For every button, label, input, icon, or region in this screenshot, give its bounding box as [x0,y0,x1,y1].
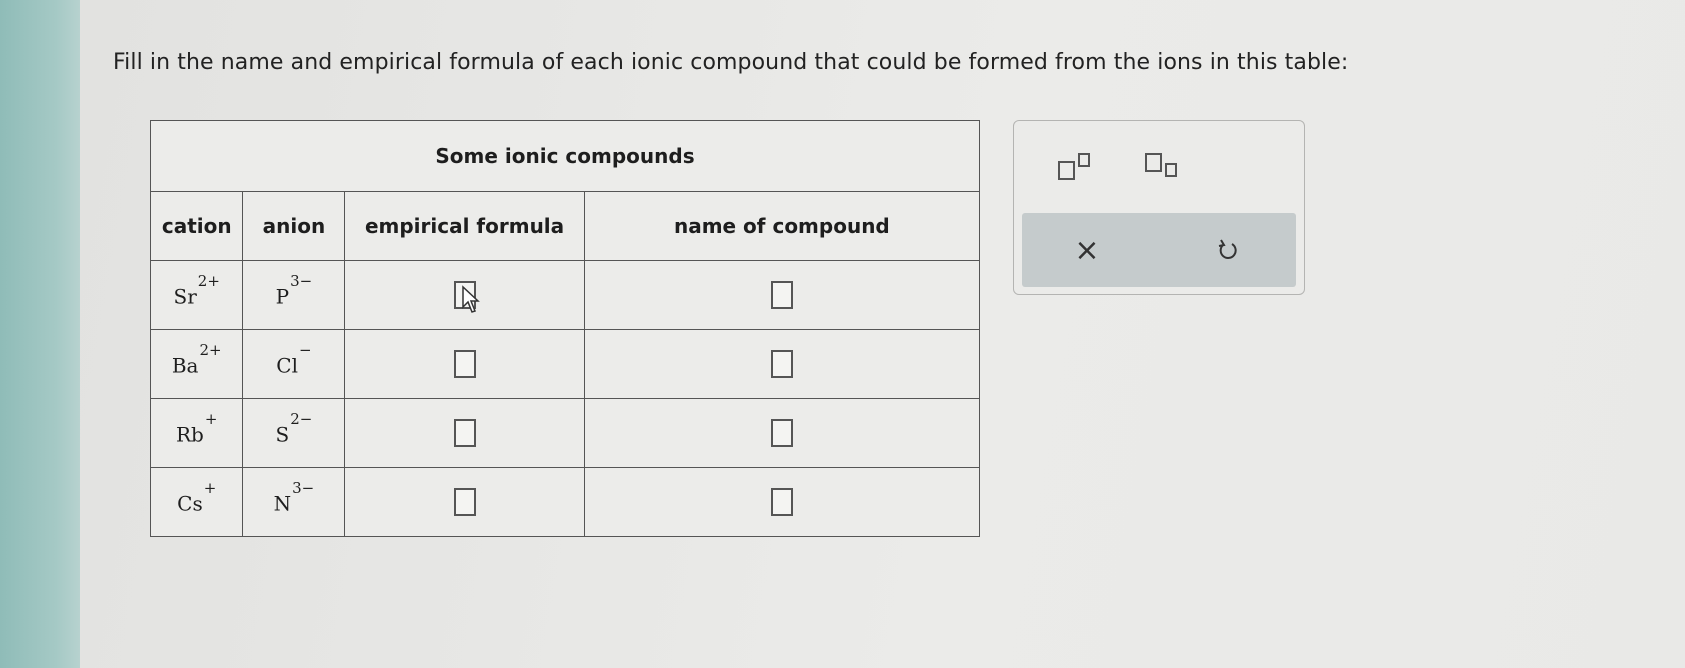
formula-cell [344,260,585,330]
cation-charge: 2+ [199,340,222,359]
anion-ion: N3− [273,479,315,516]
action-bar: × [1022,213,1296,287]
cation-symbol: Cs [177,491,203,516]
table-row: Rb+ S2− [149,398,981,468]
cation-ion: Cs+ [177,479,216,516]
table-row: Ba2+ Cl− [149,329,981,399]
anion-cell: P3− [242,260,346,330]
subscript-icon [1145,153,1179,179]
anion-cell: N3− [242,467,346,537]
anion-charge: 2− [290,409,313,428]
anion-ion: Cl− [276,341,311,378]
subscript-button[interactable] [1132,143,1192,189]
anion-charge: − [298,340,312,359]
mouse-pointer-icon [462,285,481,313]
superscript-button[interactable] [1044,143,1104,189]
name-answer-box[interactable] [770,350,793,378]
anion-cell: Cl− [242,329,346,399]
math-input-toolbar: × [1013,120,1305,295]
cation-ion: Sr2+ [173,272,220,309]
formula-cell [344,467,585,537]
table-row: Cs+ N3− [149,467,981,537]
cation-ion: Ba2+ [171,341,222,378]
anion-symbol: Cl [276,353,298,378]
anion-symbol: S [275,422,290,447]
formula-answer-box[interactable] [453,350,476,378]
formula-cell [344,398,585,468]
cation-cell: Ba2+ [149,329,244,399]
anion-ion: S2− [275,410,313,447]
undo-button[interactable] [1202,227,1252,273]
cation-ion: Rb+ [175,410,217,447]
ionic-compounds-table-wrapper: Some ionic compounds cation anion empiri… [149,120,981,537]
ionic-compounds-table: Some ionic compounds cation anion empiri… [149,120,981,537]
question-prompt: Fill in the name and empirical formula o… [113,50,1349,75]
anion-charge: 3− [290,271,313,290]
header-cation: cation [149,191,244,261]
left-accent-strip [0,0,80,668]
name-cell [583,398,981,468]
header-empirical-formula: empirical formula [344,191,585,261]
anion-charge: 3− [292,478,315,497]
table-row: Sr2+ P3− [149,260,981,330]
name-cell [583,329,981,399]
superscript-icon [1058,153,1090,180]
cation-cell: Cs+ [149,467,244,537]
header-name-of-compound: name of compound [583,191,981,261]
cation-symbol: Rb [175,422,204,447]
cation-symbol: Ba [171,353,199,378]
anion-ion: P3− [275,272,313,309]
name-answer-box[interactable] [770,281,793,309]
anion-cell: S2− [242,398,346,468]
cation-cell: Rb+ [149,398,244,468]
clear-button[interactable]: × [1062,227,1112,273]
undo-icon [1218,239,1237,259]
name-cell [583,260,981,330]
formula-cell [344,329,585,399]
table-title: Some ionic compounds [150,120,980,192]
cation-cell: Sr2+ [149,260,244,330]
name-cell [583,467,981,537]
header-anion: anion [242,191,346,261]
name-answer-box[interactable] [770,488,793,516]
close-icon: × [1074,232,1100,268]
cation-charge: + [203,478,217,497]
cation-charge: 2+ [197,271,220,290]
anion-symbol: N [273,491,292,516]
cation-charge: + [204,409,218,428]
format-tools-row [1014,121,1304,211]
cation-symbol: Sr [173,284,197,309]
formula-answer-box[interactable] [453,488,476,516]
name-answer-box[interactable] [770,419,793,447]
anion-symbol: P [275,284,290,309]
formula-answer-box[interactable] [453,419,476,447]
